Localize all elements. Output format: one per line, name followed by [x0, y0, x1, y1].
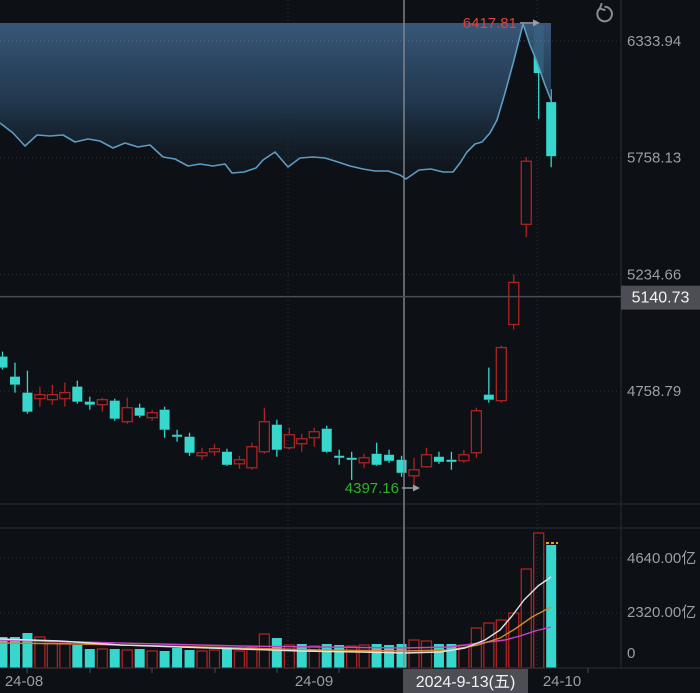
kline-chart-window: 6333.94 5758.13 5234.66 4758.79 4640.00亿 2320…	[0, 0, 700, 693]
crosshair-date-badge: 2024-9-13(五)	[403, 669, 528, 693]
volume-axis-label: 0	[627, 645, 635, 662]
volume-bar[interactable]	[271, 638, 282, 668]
volume-axis-label: 4640.00亿	[627, 550, 696, 567]
volume-bar[interactable]	[9, 636, 20, 668]
volume-axis-label: 2320.00亿	[627, 604, 696, 621]
high-price-marker: 6417.81	[463, 15, 517, 32]
price-axis-label: 5234.66	[627, 266, 681, 283]
volume-bar[interactable]	[296, 644, 307, 668]
date-axis-label: 24-10	[543, 673, 581, 690]
volume-bar[interactable]	[84, 649, 95, 668]
volume-bar[interactable]	[184, 650, 195, 668]
volume-bar[interactable]	[546, 545, 557, 668]
candle[interactable]	[109, 398, 120, 421]
volume-bar[interactable]	[134, 649, 145, 668]
price-axis-label: 6333.94	[627, 33, 681, 50]
crosshair-price-value: 5140.73	[632, 290, 690, 307]
price-axis-label: 4758.79	[627, 383, 681, 400]
volume-bar[interactable]	[159, 651, 170, 668]
crosshair-date-value: 2024-9-13(五)	[416, 674, 516, 691]
volume-bar[interactable]	[334, 645, 345, 668]
volume-bar[interactable]	[0, 636, 8, 668]
price-axis-label: 5758.13	[627, 150, 681, 167]
volume-bar[interactable]	[172, 648, 183, 668]
kline-chart[interactable]: 6333.94 5758.13 5234.66 4758.79 4640.00亿 2320…	[0, 0, 700, 693]
volume-bar[interactable]	[22, 633, 33, 668]
volume-bar[interactable]	[109, 649, 120, 668]
volume-bar[interactable]	[72, 645, 83, 668]
volume-bar[interactable]	[221, 649, 232, 668]
date-axis-label: 24-08	[5, 673, 43, 690]
candle[interactable]	[321, 425, 332, 453]
date-axis-label: 24-09	[295, 673, 333, 690]
crosshair-price-badge: 5140.73	[621, 285, 700, 310]
low-price-marker: 4397.16	[345, 480, 399, 497]
